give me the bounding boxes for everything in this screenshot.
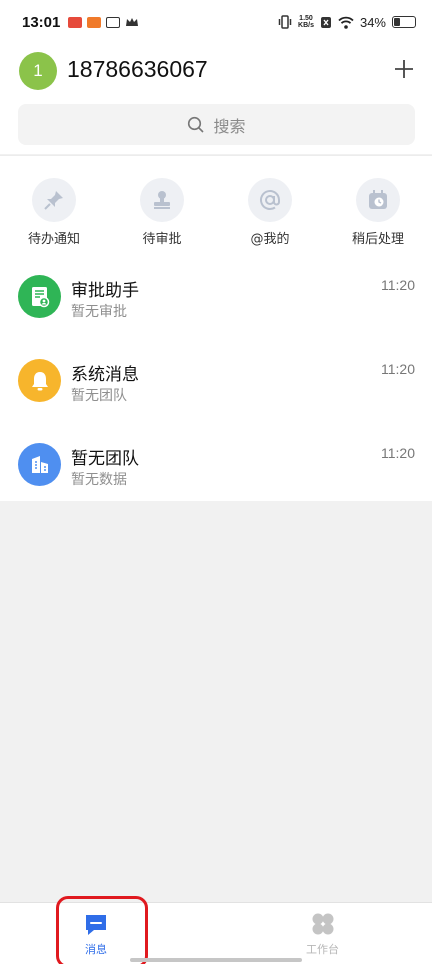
avatar[interactable]: 1 (19, 52, 57, 90)
status-notification-icons (68, 16, 139, 28)
quick-action-label: 待审批 (142, 232, 182, 247)
list-item[interactable]: 审批助手 暂无审批 11:20 (0, 249, 432, 333)
at-icon (260, 190, 280, 210)
quick-action-todo[interactable]: 待办通知 (0, 156, 108, 249)
header: 1 18786636067 搜索 (0, 44, 432, 154)
wifi-icon (338, 16, 354, 29)
crown-icon (126, 17, 139, 26)
app-notification-icon (106, 16, 121, 28)
list-item[interactable]: 系统消息 暂无团队 11:20 (0, 333, 432, 417)
message-subtitle: 暂无审批 (71, 304, 127, 320)
status-time: 13:01 (22, 13, 61, 31)
status-right-icons: 1.50 KB/s 34% (278, 15, 416, 30)
quick-action-label: 待办通知 (27, 232, 80, 247)
pin-icon (44, 191, 63, 210)
quick-action-mentions[interactable]: @我的 (216, 156, 324, 249)
network-speed: 1.50 KB/s (298, 15, 314, 29)
quick-action-approval[interactable]: 待审批 (108, 156, 216, 249)
app-notification-icon (68, 16, 83, 28)
approval-doc-icon (18, 275, 61, 318)
quick-icon-circle (248, 178, 292, 222)
message-subtitle: 暂无数据 (71, 472, 127, 488)
search-icon (188, 116, 205, 133)
quick-icon-circle (356, 178, 400, 222)
tab-workbench[interactable]: 工作台 (306, 911, 339, 957)
tab-label: 工作台 (306, 943, 339, 956)
speed-value: 1.50 (299, 15, 313, 22)
vibrate-icon (278, 15, 292, 29)
message-title: 系统消息 (71, 365, 139, 385)
quick-actions: 待办通知 待审批 @我的 稍后处理 (0, 155, 432, 249)
quick-icon-circle (140, 178, 184, 222)
quick-action-label: 稍后处理 (351, 232, 404, 247)
battery-fill (394, 18, 401, 26)
message-subtitle: 暂无团队 (71, 388, 127, 404)
battery-percent: 34% (359, 14, 386, 30)
list-item[interactable]: 暂无团队 暂无数据 11:20 (0, 417, 432, 501)
message-time: 11:20 (381, 445, 415, 461)
home-indicator[interactable] (130, 958, 302, 962)
status-bar: 13:01 1.50 KB/s 34% (0, 0, 432, 44)
quick-action-later[interactable]: 稍后处理 (324, 156, 432, 249)
no-sim-icon (320, 16, 331, 28)
clover-grid-icon (312, 913, 333, 935)
add-button[interactable] (392, 57, 416, 81)
message-title: 暂无团队 (71, 449, 139, 469)
message-list: 审批助手 暂无审批 11:20 系统消息 暂无团队 11:20 暂无团队 暂无数… (0, 249, 432, 501)
quick-icon-circle (32, 178, 76, 222)
bell-icon (18, 359, 61, 402)
user-name[interactable]: 18786636067 (67, 56, 208, 83)
search-input[interactable]: 搜索 (18, 104, 415, 145)
speed-unit: KB/s (298, 22, 314, 29)
message-time: 11:20 (381, 277, 415, 293)
search-placeholder: 搜索 (213, 116, 246, 136)
highlight-box (56, 896, 148, 964)
message-title: 审批助手 (71, 281, 139, 301)
calendar-clock-icon (369, 190, 387, 209)
battery-icon (392, 16, 416, 28)
quick-action-label: @我的 (250, 232, 290, 247)
app-notification-icon (87, 16, 102, 28)
building-icon (18, 443, 61, 486)
message-time: 11:20 (381, 361, 415, 377)
stamp-icon (154, 191, 170, 209)
